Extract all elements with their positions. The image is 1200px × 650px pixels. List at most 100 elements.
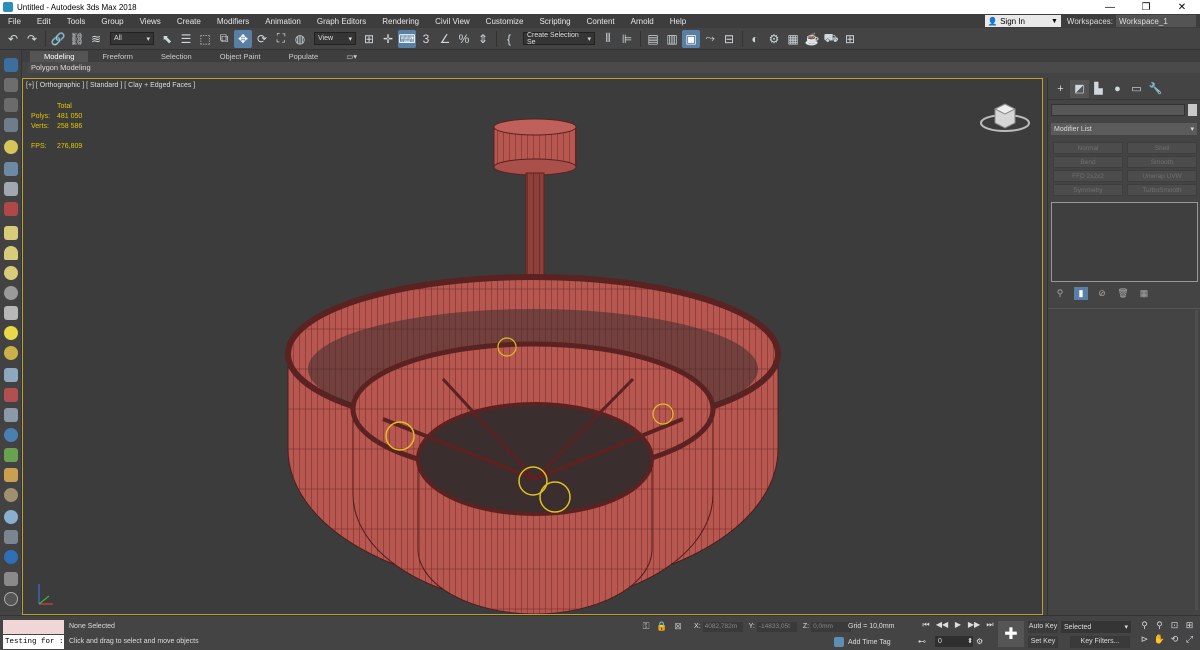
rendered-frame-window-icon[interactable]: ▦ [784, 30, 802, 48]
schematic-view-icon[interactable]: ⊟ [720, 30, 738, 48]
previous-frame-icon[interactable]: ◀◀ [934, 620, 950, 630]
unlink-icon[interactable]: ⛓ [68, 30, 86, 48]
menu-arnold[interactable]: Arnold [623, 17, 662, 26]
go-to-start-icon[interactable]: ⏮ [918, 620, 934, 630]
tab-selection[interactable]: Selection [147, 51, 206, 62]
maximize-button[interactable]: ❐ [1128, 0, 1164, 14]
set-key-button[interactable]: Set Key [1028, 636, 1058, 648]
menu-civil-view[interactable]: Civil View [427, 17, 478, 26]
modifier-shell-button[interactable]: Shell [1127, 142, 1197, 154]
field-of-view-icon[interactable]: ⊳ [1137, 634, 1152, 645]
align-icon[interactable]: ⊫ [618, 30, 636, 48]
render-icon[interactable] [4, 530, 18, 544]
play-icon[interactable]: ▶ [950, 620, 966, 630]
workspace-select[interactable]: Workspace_1 [1116, 15, 1196, 27]
rectangular-selection-icon[interactable]: ⬚ [196, 30, 214, 48]
tab-freeform[interactable]: Freeform [88, 51, 146, 62]
sign-in-dropdown[interactable]: 👤 Sign In ▼ [984, 15, 1061, 27]
pin-stack-icon[interactable]: ⚲ [1053, 287, 1067, 300]
menu-customize[interactable]: Customize [478, 17, 532, 26]
pan-icon[interactable]: ✋ [1152, 634, 1167, 645]
y-coordinate-field[interactable]: -14833,05t [756, 621, 797, 632]
utilities-panel-icon[interactable]: 🔧 [1146, 80, 1165, 98]
help-icon[interactable] [4, 592, 18, 606]
layers-icon[interactable] [4, 98, 18, 112]
key-mode-toggle-icon[interactable]: ⊷ [918, 637, 932, 646]
menu-file[interactable]: File [0, 17, 29, 26]
selection-filter-select[interactable]: All ▾ [110, 32, 154, 45]
zoom-extents-icon[interactable]: ⊡ [1167, 620, 1182, 631]
maximize-viewport-icon[interactable]: ⤢ [1182, 634, 1197, 645]
key-selection-set-dropdown[interactable]: Selected ▾ [1061, 621, 1131, 633]
menu-create[interactable]: Create [169, 17, 209, 26]
teapot-icon[interactable] [4, 346, 18, 360]
go-to-end-icon[interactable]: ⏭ [982, 620, 998, 630]
pivot-center-icon[interactable]: ⊞ [360, 30, 378, 48]
sun-icon[interactable] [4, 326, 18, 340]
scene-explorer-icon[interactable]: ▤ [644, 30, 662, 48]
menu-edit[interactable]: Edit [29, 17, 59, 26]
modifier-unwrap-uvw-button[interactable]: Unwrap UVW [1127, 170, 1197, 182]
maxscript-mini-listener[interactable]: Testing for : [3, 635, 64, 649]
select-by-name-icon[interactable]: ☰ [177, 30, 195, 48]
link-icon[interactable]: 🔗 [49, 30, 67, 48]
foliage-icon[interactable] [4, 448, 18, 462]
render-iterative-icon[interactable]: ⛟ [822, 30, 840, 48]
display-panel-icon[interactable]: ▭ [1127, 80, 1146, 98]
modifier-turbosmooth-button[interactable]: TurboSmooth [1127, 184, 1197, 196]
ribbon-toggle-icon[interactable]: ▣ [682, 29, 700, 48]
select-rotate-icon[interactable]: ⟳ [253, 30, 271, 48]
spinner-snap-icon[interactable]: ⇕ [474, 30, 492, 48]
tab-object-paint[interactable]: Object Paint [206, 51, 275, 62]
systems-icon[interactable] [4, 202, 18, 216]
hierarchy-panel-icon[interactable]: ▙ [1089, 80, 1108, 98]
object-color-swatch[interactable] [1188, 104, 1197, 116]
ribbon-panel-polygon-modeling[interactable]: Polygon Modeling [28, 62, 1200, 73]
box-icon[interactable] [4, 226, 18, 240]
motion-panel-icon[interactable]: ● [1108, 80, 1127, 98]
key-filters-button[interactable]: Key Filters... [1070, 636, 1130, 648]
curve-editor-icon[interactable]: ⤳ [701, 30, 719, 48]
character-icon[interactable] [4, 468, 18, 482]
zoom-extents-all-icon[interactable]: ⊞ [1182, 620, 1197, 631]
cameras-icon[interactable] [4, 162, 18, 176]
hair-icon[interactable] [4, 488, 18, 502]
snaps-toggle-icon[interactable]: 3 [417, 30, 435, 48]
next-frame-icon[interactable]: ▶▶ [966, 620, 982, 630]
chandelier-model[interactable] [23, 79, 1043, 615]
modifier-stack[interactable] [1051, 202, 1198, 282]
material-editor-icon[interactable]: ◐ [746, 30, 764, 48]
time-configuration-icon[interactable]: ⚙ [976, 637, 990, 646]
menu-rendering[interactable]: Rendering [374, 17, 427, 26]
perspective-viewport[interactable]: [+] [ Orthographic ] [ Standard ] [ Clay… [22, 78, 1043, 615]
helpers-icon[interactable] [4, 182, 18, 196]
menu-tools[interactable]: Tools [59, 17, 94, 26]
arnold-icon[interactable] [4, 550, 18, 564]
lights-icon[interactable] [4, 140, 18, 154]
menu-views[interactable]: Views [132, 17, 169, 26]
bind-space-warp-icon[interactable]: ≋ [87, 30, 105, 48]
select-manipulate-icon[interactable]: ✛ [379, 30, 397, 48]
x-coordinate-field[interactable]: 4082,782m [702, 621, 743, 632]
minimize-button[interactable]: — [1092, 0, 1128, 14]
sphere-icon[interactable] [4, 266, 18, 280]
zoom-all-icon[interactable]: ⚲ [1152, 620, 1167, 631]
orbit-icon[interactable]: ⟲ [1167, 634, 1182, 645]
undo-icon[interactable]: ↶ [4, 30, 22, 48]
paint-icon[interactable] [4, 388, 18, 402]
tab-modeling[interactable]: Modeling [30, 51, 89, 62]
torus-icon[interactable] [4, 286, 18, 300]
select-scale-icon[interactable]: ⛶ [272, 30, 290, 48]
remove-modifier-icon[interactable]: 🗑 [1116, 287, 1130, 300]
layer-explorer-icon[interactable]: ▥ [663, 30, 681, 48]
maxscript-listener-output[interactable] [3, 620, 64, 634]
menu-group[interactable]: Group [93, 17, 131, 26]
cone-icon[interactable] [4, 306, 18, 320]
create-panel-icon[interactable]: + [1051, 80, 1070, 98]
configure-modifier-sets-icon[interactable]: ▦ [1137, 287, 1151, 300]
edit-named-selection-icon[interactable]: { [500, 30, 518, 48]
material-sphere-icon[interactable] [4, 510, 18, 524]
named-selection-select[interactable]: Create Selection Se ▾ [523, 32, 595, 46]
percent-snap-icon[interactable]: % [455, 30, 473, 48]
z-coordinate-field[interactable]: 0,0mm [811, 621, 852, 632]
